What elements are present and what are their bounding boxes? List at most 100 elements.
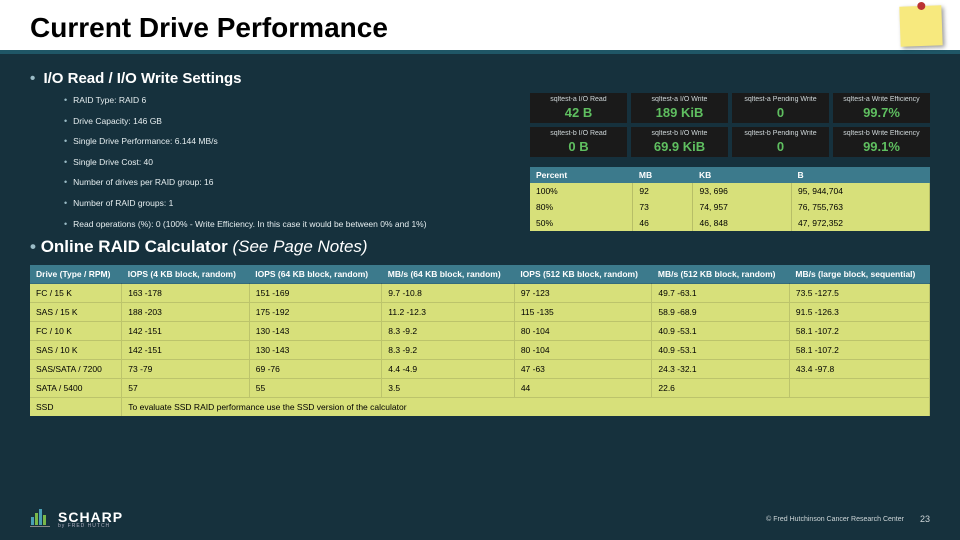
bullet-dot-icon: • [30,237,36,256]
td: 50% [530,215,633,231]
tile-label: sqltest-a Pending Write [736,96,825,103]
td: 69 -76 [249,360,382,379]
td: 8.3 -9.2 [382,341,515,360]
ssd-note: To evaluate SSD RAID performance use the… [122,398,930,417]
tile-label: sqltest-b Write Efficiency [837,130,926,137]
section-heading-calc: • Online RAID Calculator (See Page Notes… [30,237,510,257]
td: 80% [530,199,633,215]
th: IOPS (64 KB block, random) [249,265,382,284]
th: IOPS (512 KB block, random) [514,265,652,284]
percent-table: Percent MB KB B 100%9293, 69695, 944,704… [530,167,930,231]
td: 130 -143 [249,322,382,341]
td: SAS / 15 K [30,303,122,322]
tile-value: 99.1% [837,139,926,154]
drive-performance-table: Drive (Type / RPM) IOPS (4 KB block, ran… [30,265,930,416]
th: B [792,167,930,183]
td: 11.2 -12.3 [382,303,515,322]
td: FC / 15 K [30,284,122,303]
table-header-row: Percent MB KB B [530,167,930,183]
td: 57 [122,379,250,398]
td: 130 -143 [249,341,382,360]
td: 100% [530,183,633,199]
sticky-note-icon [899,5,942,46]
table-row: SATA / 540057553.54422.6 [30,379,930,398]
table-row: SAS / 10 K142 -151130 -1438.3 -9.280 -10… [30,341,930,360]
table-row: FC / 10 K142 -151130 -1438.3 -9.280 -104… [30,322,930,341]
td: 95, 944,704 [792,183,930,199]
th: KB [693,167,792,183]
td: 73.5 -127.5 [789,284,929,303]
logo-text-wrap: SCHARP by FRED HUTCH [58,509,123,529]
metric-tile: sqltest-a Write Efficiency99.7% [833,93,930,123]
td: 9.7 -10.8 [382,284,515,303]
list-item: RAID Type: RAID 6 [64,93,510,108]
td: SSD [30,398,122,417]
right-column: sqltest-a I/O Read42 B sqltest-a I/O Wri… [530,93,930,257]
list-item: Number of drives per RAID group: 16 [64,175,510,190]
footer: SCHARP by FRED HUTCH © Fred Hutchinson C… [0,508,960,530]
table-row: 100%9293, 69695, 944,704 [530,183,930,199]
td: 46, 848 [693,215,792,231]
list-item: Number of RAID groups: 1 [64,196,510,211]
td: 40.9 -53.1 [652,341,790,360]
table-row: 80%7374, 95776, 755,763 [530,199,930,215]
slide: Current Drive Performance • I/O Read / I… [0,0,960,540]
td: 3.5 [382,379,515,398]
th: IOPS (4 KB block, random) [122,265,250,284]
metric-tile: sqltest-b I/O Read 0 B [530,127,627,157]
tile-label: sqltest-b I/O Read [534,130,623,137]
td: 188 -203 [122,303,250,322]
big-table-wrap: Drive (Type / RPM) IOPS (4 KB block, ran… [0,257,960,416]
td: 43.4 -97.8 [789,360,929,379]
page-number: 23 [920,514,930,524]
th: MB/s (64 KB block, random) [382,265,515,284]
tile-label: sqltest-a Write Efficiency [837,96,926,103]
td: 58.1 -107.2 [789,322,929,341]
th: MB/s (512 KB block, random) [652,265,790,284]
list-item: Drive Capacity: 146 GB [64,114,510,129]
td: 142 -151 [122,341,250,360]
section-heading-calc-note: (See Page Notes) [232,237,367,256]
metric-tiles: sqltest-a I/O Read42 B sqltest-a I/O Wri… [530,93,930,157]
table-row: 50%4646, 84847, 972,352 [530,215,930,231]
section-heading-io: • I/O Read / I/O Write Settings [30,70,930,87]
tile-value: 42 B [534,105,623,120]
title-bar: Current Drive Performance [0,0,960,54]
td: 97 -123 [514,284,652,303]
td: SAS/SATA / 7200 [30,360,122,379]
td: 8.3 -9.2 [382,322,515,341]
td: 58.1 -107.2 [789,341,929,360]
th: MB [633,167,693,183]
tile-label: sqltest-a I/O Write [635,96,724,103]
td: 40.9 -53.1 [652,322,790,341]
td: 46 [633,215,693,231]
td: 91.5 -126.3 [789,303,929,322]
settings-list: RAID Type: RAID 6 Drive Capacity: 146 GB… [64,93,510,231]
metric-tile: sqltest-a I/O Write 189 KiB [631,93,728,123]
footer-right: © Fred Hutchinson Cancer Research Center… [766,514,930,524]
td [789,379,929,398]
td: 93, 696 [693,183,792,199]
td: 151 -169 [249,284,382,303]
copyright-text: © Fred Hutchinson Cancer Research Center [766,516,904,523]
table-row: FC / 15 K163 -178151 -1699.7 -10.897 -12… [30,284,930,303]
table-row-ssd: SSD To evaluate SSD RAID performance use… [30,398,930,417]
td: 76, 755,763 [792,199,930,215]
tile-value: 189 KiB [635,105,724,120]
th: MB/s (large block, sequential) [789,265,929,284]
td: 55 [249,379,382,398]
tile-value: 0 B [534,139,623,154]
td: FC / 10 K [30,322,122,341]
logo-icon [30,508,52,530]
content-area: • I/O Read / I/O Write Settings RAID Typ… [0,54,960,257]
td: 44 [514,379,652,398]
td: 49.7 -63.1 [652,284,790,303]
metric-tile: sqltest-b Write Efficiency 99.1% [833,127,930,157]
td: 175 -192 [249,303,382,322]
metric-tile: sqltest-a I/O Read42 B [530,93,627,123]
table-row: SAS/SATA / 720073 -7969 -764.4 -4.947 -6… [30,360,930,379]
two-column-row: RAID Type: RAID 6 Drive Capacity: 146 GB… [30,93,930,257]
td: 22.6 [652,379,790,398]
bullet-dot-icon: • [30,70,35,87]
tile-label: sqltest-b I/O Write [635,130,724,137]
